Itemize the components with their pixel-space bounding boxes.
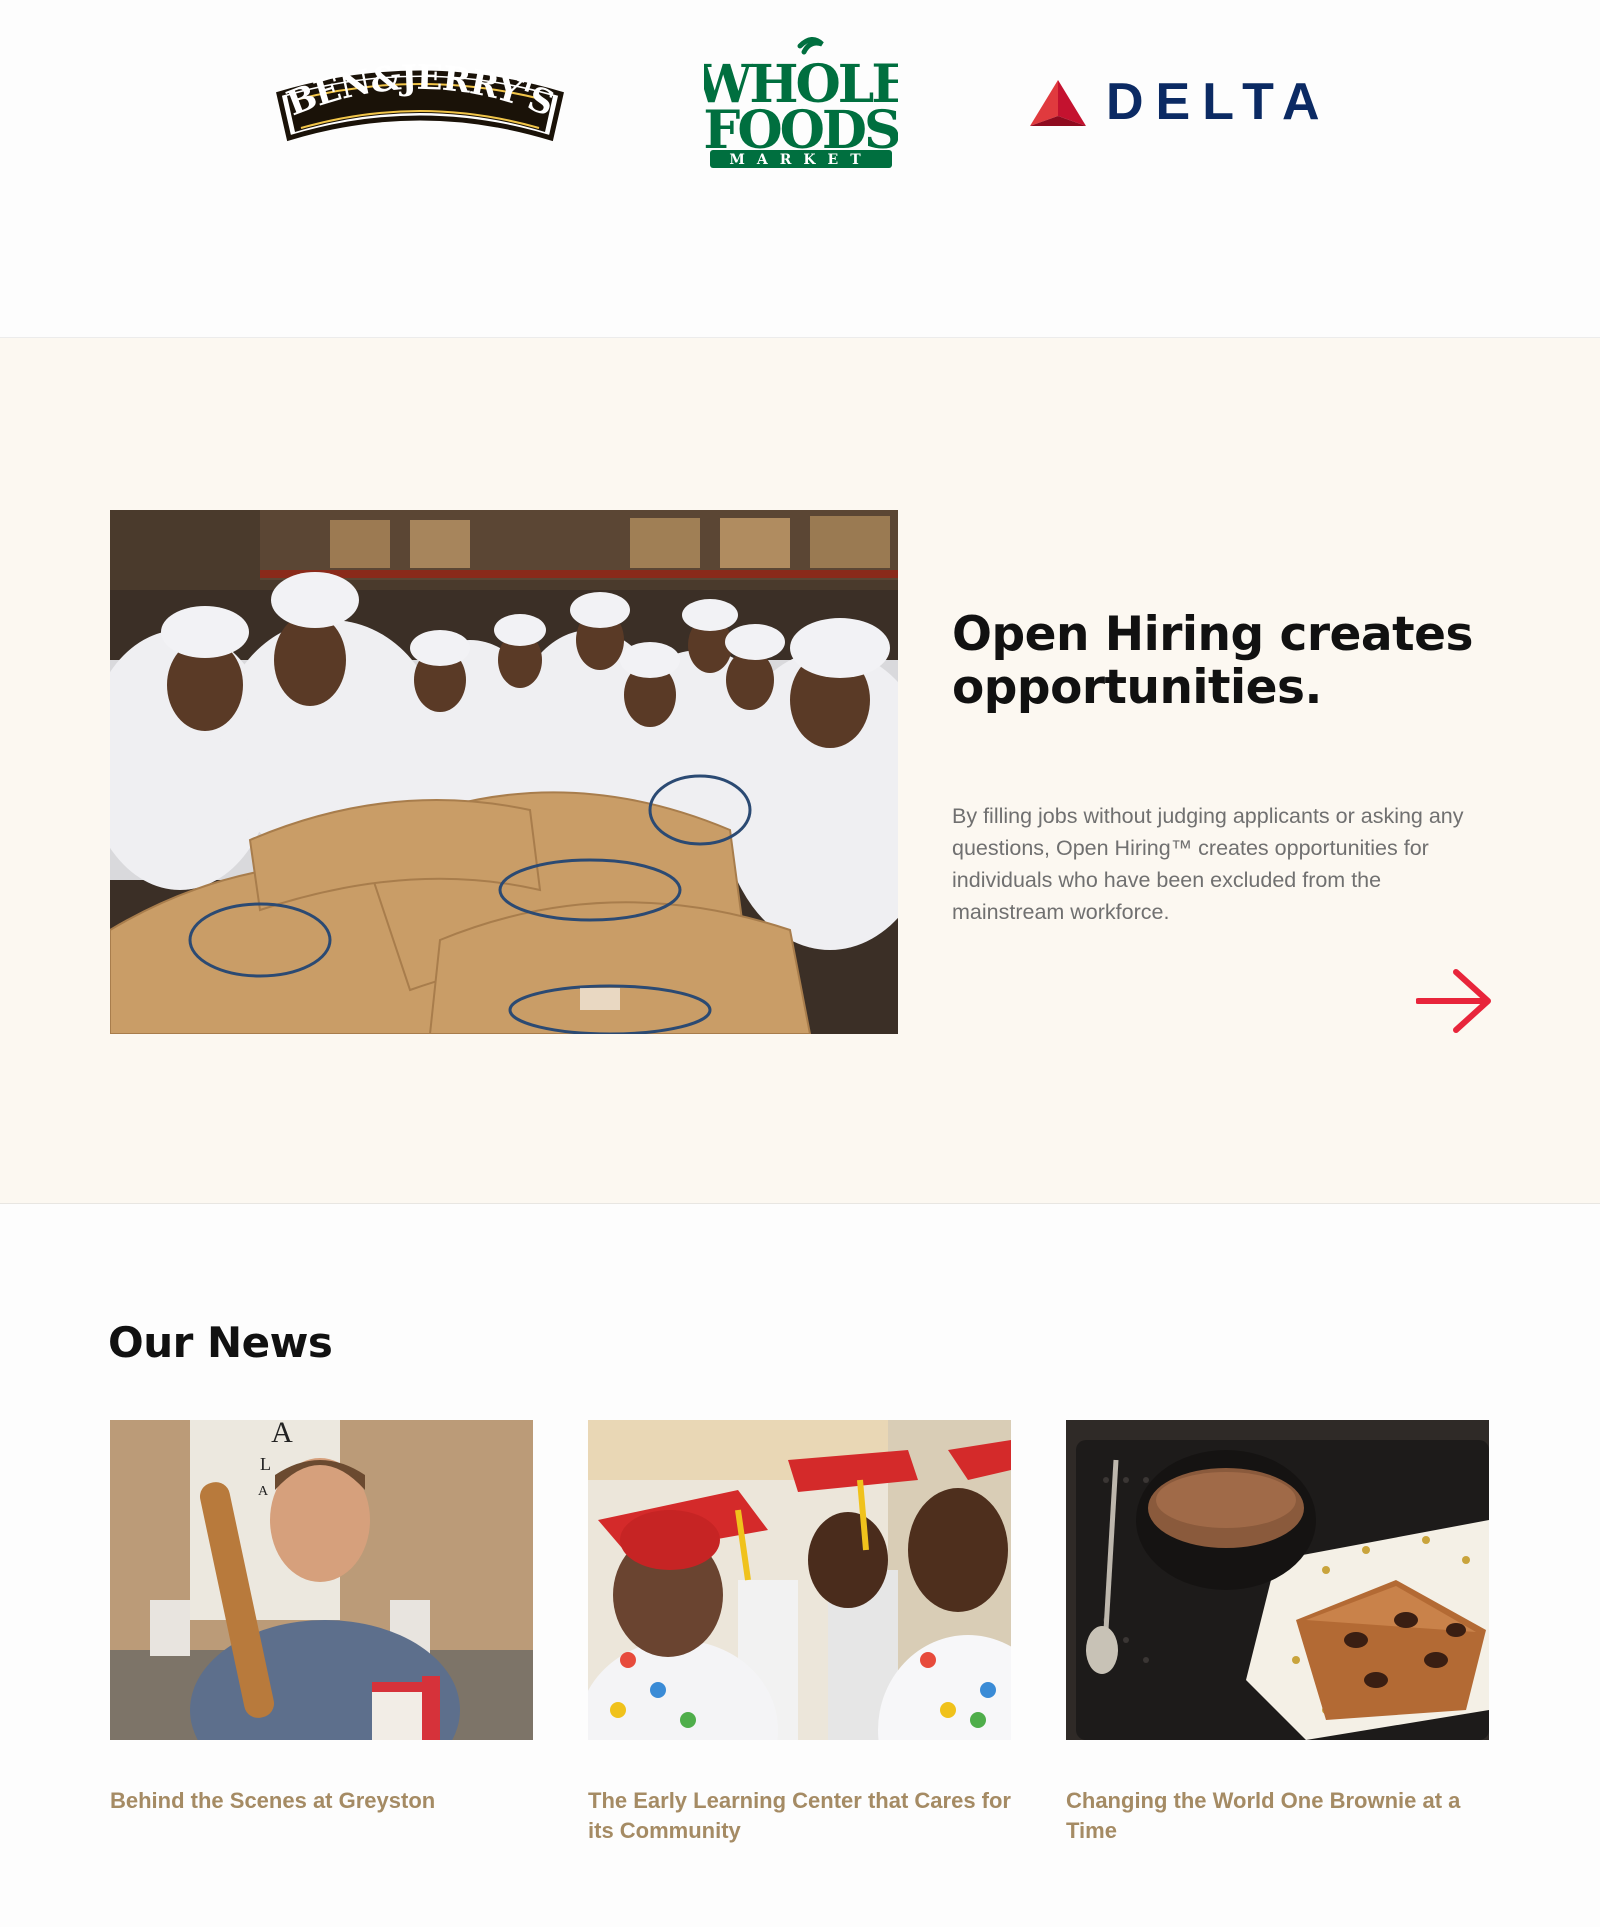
news-card-title[interactable]: Behind the Scenes at Greyston [110,1786,533,1816]
delta-wordmark: DELTA [1106,73,1332,131]
news-card-image[interactable]: A L A [110,1420,533,1740]
news-card[interactable]: The Early Learning Center that Cares for… [588,1420,1011,1846]
news-card-image[interactable] [588,1420,1011,1740]
delta-logo-icon[interactable]: DELTA [1030,76,1320,128]
news-heading: Our News [108,1318,333,1367]
svg-text:L: L [260,1454,271,1474]
open-hiring-feature: Open Hiring creates opportunities. By fi… [0,338,1600,1204]
news-card-title[interactable]: Changing the World One Brownie at a Time [1066,1786,1489,1846]
whole-foods-market-logo-icon[interactable]: WHOLE FOODS MARKET [693,36,911,170]
partner-logos: BEN&JERRY'S WHOLE FOODS MARKET DELTA [0,0,1600,338]
news-card[interactable]: A L A Behind the Scenes at Greyston [110,1420,533,1816]
svg-text:A: A [271,1420,293,1449]
feature-photo [110,510,898,1034]
news-card-image[interactable] [1066,1420,1489,1740]
ben-and-jerrys-logo-icon[interactable]: BEN&JERRY'S [273,54,567,146]
news-card[interactable]: Changing the World One Brownie at a Time [1066,1420,1489,1846]
svg-text:A: A [258,1484,269,1499]
feature-description: By filling jobs without judging applican… [952,804,1464,924]
whole-foods-line3: MARKET [729,152,872,168]
feature-title: Open Hiring creates opportunities. [952,607,1473,715]
news-card-title[interactable]: The Early Learning Center that Cares for… [588,1786,1011,1846]
arrow-right-icon[interactable] [1415,968,1492,1034]
